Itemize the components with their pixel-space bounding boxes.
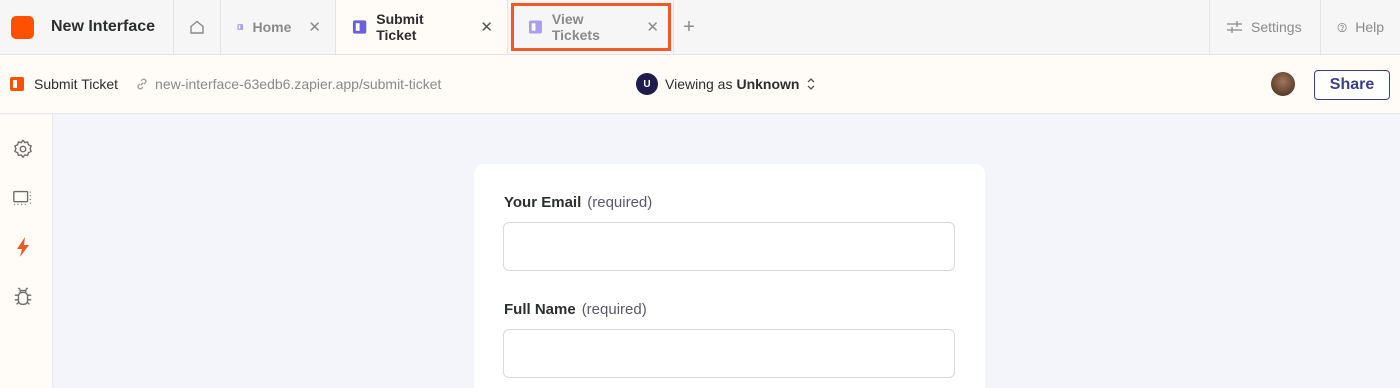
close-tab-icon[interactable]: ✕	[308, 18, 321, 36]
page-icon	[237, 24, 244, 30]
tab-submit-ticket[interactable]: Submit Ticket ✕	[336, 0, 508, 54]
page-icon	[352, 20, 367, 34]
share-button[interactable]: Share	[1314, 70, 1390, 100]
viewing-user: Unknown	[736, 76, 800, 92]
email-field[interactable]	[503, 222, 955, 271]
full-name-field[interactable]	[503, 329, 955, 378]
settings-button[interactable]: Settings	[1209, 0, 1320, 54]
required-indicator: (required)	[581, 301, 647, 318]
page-title: Submit Ticket	[34, 76, 119, 92]
full-name-label: Full Name	[504, 301, 576, 318]
tab-home[interactable]: Home ✕	[221, 0, 336, 54]
tab-label: Home	[252, 19, 292, 35]
required-indicator: (required)	[587, 194, 653, 211]
page-header-bar: Submit Ticket new-interface-63edb6.zapie…	[0, 55, 1400, 114]
chevron-updown-icon	[807, 78, 815, 90]
app-brand[interactable]: New Interface	[0, 0, 174, 54]
ticket-form-card: Your Email (required) Full Name (required)	[474, 164, 985, 388]
page-icon	[528, 20, 542, 34]
email-field-label: Your Email (required)	[504, 194, 652, 211]
sliders-icon	[1227, 21, 1242, 33]
rail-settings-button[interactable]	[11, 137, 35, 161]
email-label: Your Email	[504, 194, 582, 211]
tab-label: Submit Ticket	[376, 11, 424, 43]
home-button[interactable]	[174, 0, 221, 54]
gear-icon	[14, 139, 32, 159]
help-icon	[1337, 22, 1347, 32]
rail-layout-button[interactable]	[11, 186, 35, 210]
rail-zaps-button[interactable]	[11, 235, 35, 259]
help-label: Help	[1355, 19, 1384, 35]
add-tab-button[interactable]: +	[674, 0, 704, 54]
viewing-prefix: Viewing as	[665, 76, 733, 92]
app-name: New Interface	[51, 18, 156, 35]
plus-icon: +	[683, 15, 695, 38]
link-icon	[137, 78, 147, 90]
settings-label: Settings	[1251, 19, 1302, 35]
page-url[interactable]: new-interface-63edb6.zapier.app/submit-t…	[155, 76, 441, 92]
tab-label: View Tickets	[551, 11, 600, 43]
bolt-icon	[17, 237, 29, 257]
rail-debug-button[interactable]	[11, 285, 35, 309]
viewing-as-selector[interactable]: U Viewing as Unknown	[636, 73, 816, 95]
page-icon	[10, 77, 24, 91]
close-tab-icon[interactable]: ✕	[646, 18, 659, 36]
user-badge: U	[636, 73, 658, 95]
layout-icon	[13, 190, 32, 206]
full-name-field-label: Full Name (required)	[504, 301, 647, 318]
app-logo	[11, 15, 34, 39]
bug-icon	[14, 287, 32, 306]
tab-view-tickets[interactable]: View Tickets ✕	[508, 0, 674, 54]
home-icon	[190, 20, 204, 34]
close-tab-icon[interactable]: ✕	[480, 18, 493, 36]
top-tab-bar: New Interface Home ✕ Submit Ticket ✕ Vie…	[0, 0, 1400, 55]
help-button[interactable]: Help	[1320, 0, 1400, 54]
avatar[interactable]	[1271, 72, 1295, 96]
left-rail	[0, 115, 53, 388]
